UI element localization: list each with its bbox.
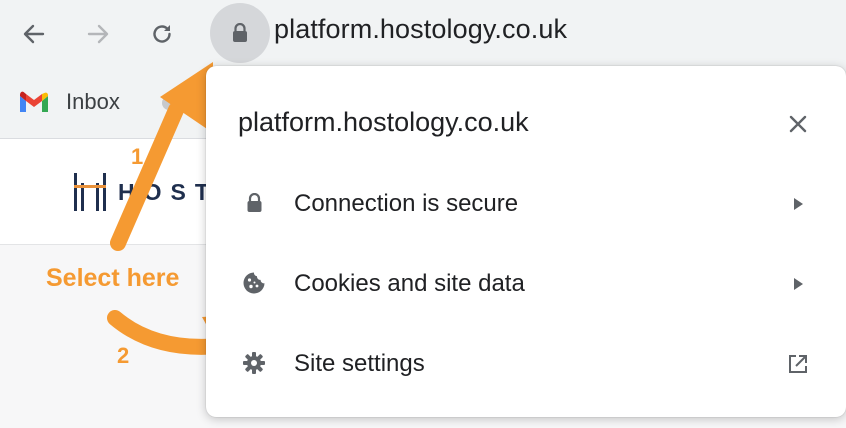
chevron-right-icon [786, 192, 810, 216]
cookie-icon [242, 271, 266, 295]
close-button[interactable] [784, 110, 812, 138]
lock-icon [242, 191, 266, 215]
open-in-new-icon [786, 352, 810, 376]
gear-icon [242, 351, 266, 375]
chevron-right-icon [786, 272, 810, 296]
menu-item-connection[interactable]: Connection is secure [206, 168, 846, 238]
menu-item-label: Site settings [294, 350, 425, 377]
instruction-label: Select here [46, 264, 180, 292]
step-1-label: 1 [131, 144, 144, 169]
menu-item-cookies[interactable]: Cookies and site data [206, 248, 846, 318]
menu-item-label: Connection is secure [294, 190, 519, 217]
step-2-label: 2 [117, 343, 130, 368]
menu-item-label: Cookies and site data [294, 270, 525, 297]
site-info-popup: platform.hostology.co.uk Connection is s… [206, 66, 846, 417]
close-icon [789, 115, 807, 133]
popup-title: platform.hostology.co.uk [238, 107, 529, 137]
menu-item-site-settings[interactable]: Site settings [206, 328, 846, 398]
